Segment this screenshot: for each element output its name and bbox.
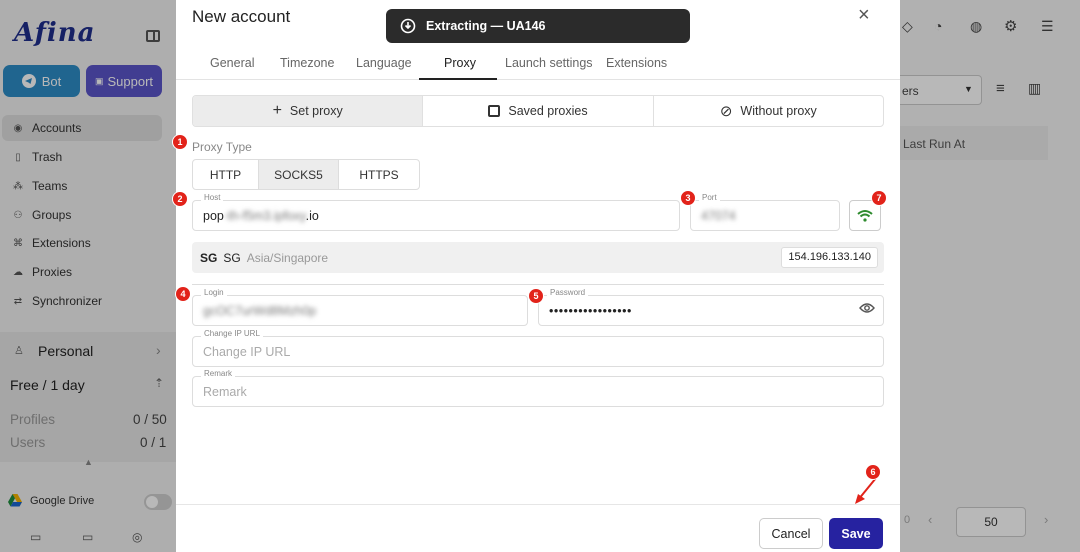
tab-timezone[interactable]: Timezone: [280, 56, 334, 70]
tab-extensions[interactable]: Extensions: [606, 56, 667, 70]
port-label: Port: [699, 193, 720, 202]
login-label: Login: [201, 288, 227, 297]
tab-language[interactable]: Language: [356, 56, 412, 70]
country-flag: SG: [200, 250, 218, 265]
port-field[interactable]: Port 47074: [690, 193, 840, 231]
plus-icon: +: [272, 102, 282, 119]
country-code: SG: [223, 250, 241, 265]
annotation-badge-7: 7: [871, 190, 887, 206]
dialog-tabs: General Timezone Language Proxy Launch s…: [176, 44, 900, 80]
tab-launch-settings[interactable]: Launch settings: [505, 56, 593, 70]
annotation-badge-4: 4: [175, 286, 191, 302]
extracting-toast: Extracting — UA146: [386, 9, 690, 43]
dialog-title: New account: [192, 7, 291, 26]
password-label: Password: [547, 288, 589, 297]
proxy-type-http[interactable]: HTTP: [193, 160, 259, 189]
wifi-icon: [857, 210, 873, 222]
proxy-type-selector: HTTP SOCKS5 HTTPS: [192, 159, 420, 190]
login-field[interactable]: Login gcOC7urWd8Mzh0p: [192, 288, 528, 326]
port-value: 47074: [701, 209, 736, 223]
annotation-badge-3: 3: [680, 190, 696, 206]
host-field[interactable]: Host pop-th-f5m3.ipfoxy.io: [192, 193, 680, 231]
change-ip-url-field[interactable]: Change IP URL Change IP URL: [192, 329, 884, 367]
cancel-button[interactable]: Cancel: [759, 518, 823, 549]
proxy-type-https[interactable]: HTTPS: [339, 160, 419, 189]
annotation-badge-2: 2: [172, 191, 188, 207]
proxy-type-socks5[interactable]: SOCKS5: [259, 160, 339, 189]
divider: [192, 284, 884, 285]
download-circle-icon: [400, 18, 416, 34]
save-button[interactable]: Save: [829, 518, 883, 549]
host-value: pop-th-f5m3.ipfoxy.io: [203, 209, 319, 223]
remark-label: Remark: [201, 369, 236, 378]
change-ip-url-placeholder: Change IP URL: [203, 345, 291, 359]
ban-icon: ⊘: [719, 103, 733, 120]
close-icon[interactable]: ×: [858, 4, 870, 27]
tab-general[interactable]: General: [210, 56, 254, 70]
password-value: •••••••••••••••••: [549, 304, 632, 318]
remark-field[interactable]: Remark Remark: [192, 369, 884, 407]
geo-timezone: Asia/Singapore: [246, 250, 329, 265]
annotation-badge-1: 1: [172, 134, 188, 150]
change-ip-url-label: Change IP URL: [201, 329, 263, 338]
host-label: Host: [201, 193, 224, 202]
remark-placeholder: Remark: [203, 385, 247, 399]
annotation-arrow: [855, 477, 877, 504]
annotation-badge-6: 6: [865, 464, 881, 480]
without-proxy-label: Without proxy: [740, 104, 817, 118]
annotation-badge-5: 5: [528, 288, 544, 304]
proxy-mode-selector: + Set proxy Saved proxies ⊘ Without prox…: [192, 95, 884, 127]
active-tab-indicator: [419, 78, 497, 80]
set-proxy-label: Set proxy: [289, 104, 343, 118]
proxy-geo-info: SG SG Asia/Singapore 154.196.133.140: [192, 242, 884, 273]
proxy-type-label: Proxy Type: [192, 140, 252, 154]
save-disk-icon: [488, 105, 501, 117]
eye-icon[interactable]: [859, 302, 875, 317]
set-proxy-button[interactable]: + Set proxy: [193, 96, 424, 126]
saved-proxies-button[interactable]: Saved proxies: [423, 96, 654, 126]
without-proxy-button[interactable]: ⊘ Without proxy: [654, 96, 883, 126]
login-value: gcOC7urWd8Mzh0p: [203, 304, 317, 318]
new-account-dialog: New account × General Timezone Language …: [176, 0, 900, 552]
proxy-ip: 154.196.133.140: [781, 247, 878, 268]
toast-text: Extracting — UA146: [426, 19, 546, 33]
password-field[interactable]: Password •••••••••••••••••: [538, 288, 884, 326]
dialog-footer-divider: [176, 504, 900, 505]
saved-proxies-label: Saved proxies: [508, 104, 588, 118]
tab-proxy[interactable]: Proxy: [444, 56, 476, 70]
